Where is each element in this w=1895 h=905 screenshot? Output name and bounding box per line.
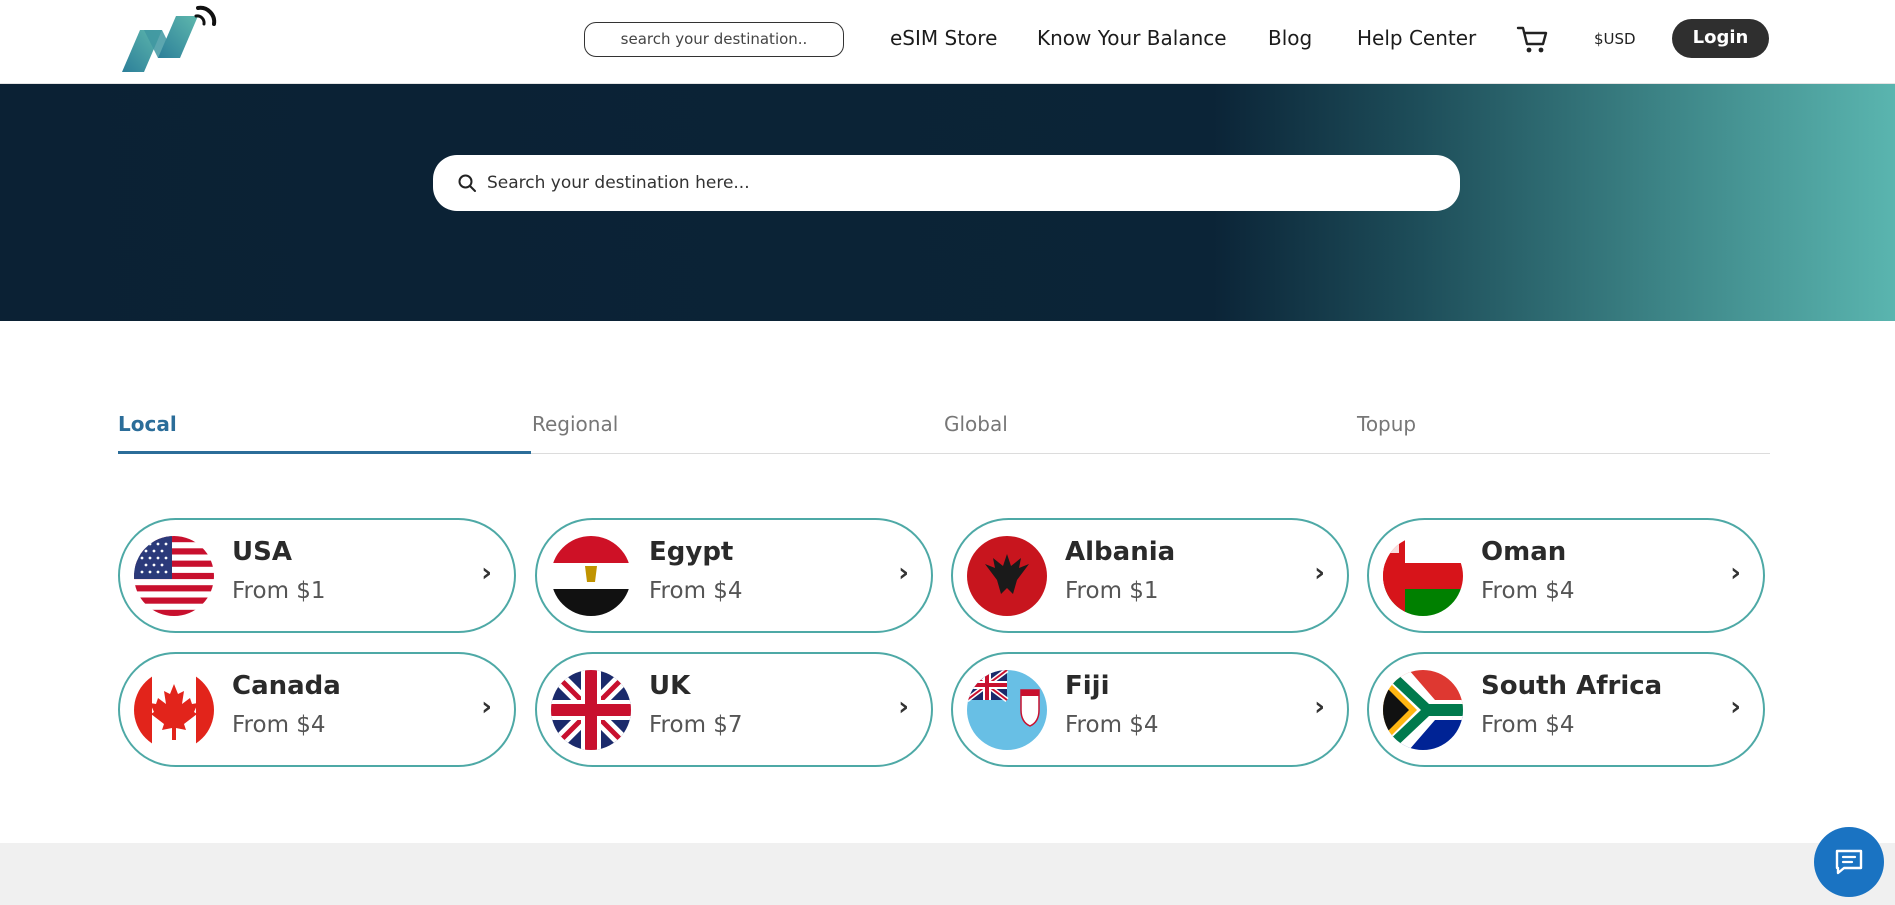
hero-search-input[interactable] (487, 163, 1427, 203)
egypt-flag-icon (551, 536, 631, 616)
canada-flag-icon (134, 670, 214, 750)
country-name: Fiji (1065, 671, 1110, 701)
tab-regional[interactable]: Regional (532, 412, 618, 436)
logo[interactable] (118, 2, 222, 76)
footer-area (0, 843, 1895, 905)
destination-card-fiji[interactable]: Fiji From $4 › (951, 652, 1349, 767)
destination-card-usa[interactable]: USA From $1 › (118, 518, 516, 633)
south-africa-flag-icon (1383, 670, 1463, 750)
destination-card-albania[interactable]: Albania From $1 › (951, 518, 1349, 633)
country-price: From $4 (232, 712, 326, 738)
chevron-right-icon: › (1730, 692, 1741, 722)
destination-card-canada[interactable]: Canada From $4 › (118, 652, 516, 767)
login-button[interactable]: Login (1672, 19, 1769, 58)
plan-type-tabs: Local Regional Global Topup (118, 408, 1770, 454)
destination-card-uk[interactable]: UK From $7 › (535, 652, 933, 767)
chat-button[interactable] (1814, 827, 1884, 897)
country-name: Oman (1481, 537, 1567, 567)
chevron-right-icon: › (898, 558, 909, 588)
usa-flag-icon (134, 536, 214, 616)
destination-card-south-africa[interactable]: South Africa From $4 › (1367, 652, 1765, 767)
country-price: From $4 (1481, 712, 1575, 738)
chevron-right-icon: › (481, 692, 492, 722)
country-price: From $1 (1065, 578, 1159, 604)
country-name: USA (232, 537, 292, 567)
chat-icon (1835, 849, 1863, 875)
country-name: UK (649, 671, 691, 701)
nav-esim-store[interactable]: eSIM Store (890, 26, 997, 50)
chevron-right-icon: › (481, 558, 492, 588)
hero-banner (0, 84, 1895, 321)
country-price: From $4 (649, 578, 743, 604)
country-price: From $1 (232, 578, 326, 604)
search-icon (457, 173, 477, 193)
currency-selector[interactable]: $USD (1594, 30, 1636, 48)
nav-know-your-balance[interactable]: Know Your Balance (1037, 26, 1227, 50)
albania-flag-icon (967, 536, 1047, 616)
country-price: From $4 (1481, 578, 1575, 604)
chevron-right-icon: › (1314, 558, 1325, 588)
destination-card-oman[interactable]: Oman From $4 › (1367, 518, 1765, 633)
hero-search-bar[interactable] (433, 155, 1460, 211)
cart-icon[interactable] (1516, 24, 1550, 56)
chevron-right-icon: › (898, 692, 909, 722)
tab-global[interactable]: Global (944, 412, 1008, 436)
country-price: From $7 (649, 712, 743, 738)
oman-flag-icon (1383, 536, 1463, 616)
country-name: Albania (1065, 537, 1176, 567)
fiji-flag-icon (967, 670, 1047, 750)
site-header: search your destination.. eSIM Store Kno… (0, 0, 1895, 84)
nav-blog[interactable]: Blog (1268, 26, 1312, 50)
nav-help-center[interactable]: Help Center (1357, 26, 1476, 50)
destination-card-egypt[interactable]: Egypt From $4 › (535, 518, 933, 633)
tab-local[interactable]: Local (118, 412, 177, 436)
chevron-right-icon: › (1314, 692, 1325, 722)
chevron-right-icon: › (1730, 558, 1741, 588)
header-search-input[interactable]: search your destination.. (584, 22, 844, 57)
uk-flag-icon (551, 670, 631, 750)
country-price: From $4 (1065, 712, 1159, 738)
tab-topup[interactable]: Topup (1357, 412, 1416, 436)
active-tab-indicator (118, 451, 531, 454)
country-name: South Africa (1481, 671, 1663, 701)
country-name: Canada (232, 671, 341, 701)
country-name: Egypt (649, 537, 734, 567)
